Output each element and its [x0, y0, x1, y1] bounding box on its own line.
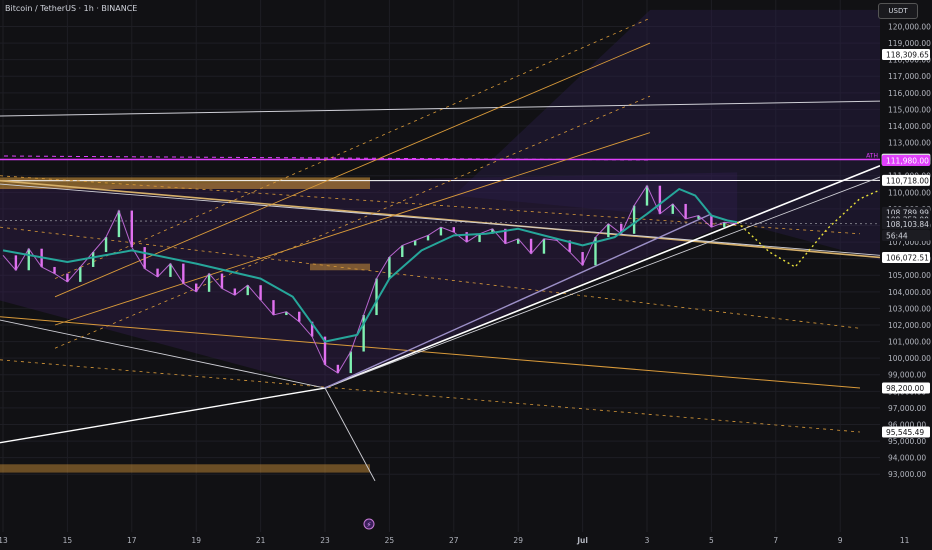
price-chart[interactable]: Possible top116,722.86ATH⚡ 93,000.0094,0…	[0, 0, 932, 550]
price-tick-label: 94,000.00	[888, 454, 926, 463]
time-tick-label: 23	[320, 536, 330, 545]
time-tick-label: Jul	[576, 536, 588, 545]
time-tick-label: 19	[191, 536, 201, 545]
time-tick-label: 21	[256, 536, 266, 545]
price-tick-label: 113,000.00	[888, 139, 931, 148]
demand-zone	[310, 263, 370, 271]
price-tick-label: 93,000.00	[888, 470, 926, 479]
price-tick-label: 105,000.00	[888, 271, 931, 280]
price-tick-label: 103,000.00	[888, 304, 931, 313]
time-tick-label: 5	[709, 536, 714, 545]
price-tick-label: 101,000.00	[888, 338, 931, 347]
time-tick-label: 29	[513, 536, 523, 545]
bottom-zone	[0, 464, 370, 473]
price-tick-label: 120,000.00	[888, 23, 931, 32]
time-tick-label: 9	[838, 536, 843, 545]
price-tick-label: 119,000.00	[888, 39, 931, 48]
price-tick-label: 100,000.00	[888, 354, 931, 363]
price-tick-label: 114,000.00	[888, 122, 931, 131]
price-tick-label: 99,000.00	[888, 371, 926, 380]
time-tick-label: 27	[449, 536, 459, 545]
time-axis-panel	[0, 532, 932, 550]
lightning-icon: ⚡	[367, 521, 372, 529]
time-tick-label: 3	[645, 536, 650, 545]
price-tag-label: 118,309.65	[886, 51, 929, 60]
price-tick-label: 97,000.00	[888, 404, 926, 413]
currency-button[interactable]: USDT	[878, 3, 918, 19]
time-axis[interactable]: 131517192123252729Jul3579111315171921232…	[0, 532, 932, 550]
time-tick-label: 17	[127, 536, 137, 545]
price-axis[interactable]: 93,000.0094,000.0095,000.0096,000.0097,0…	[880, 0, 932, 550]
price-tick-label: 104,000.00	[888, 288, 931, 297]
price-tag-label: 95,545.49	[886, 428, 924, 437]
price-tag-label: 110,718.00	[886, 176, 929, 185]
price-tag-label: 56:44	[886, 231, 908, 240]
price-tick-label: 115,000.00	[888, 105, 931, 114]
price-tag-label: 98,200.00	[886, 384, 924, 393]
time-tick-label: 25	[385, 536, 395, 545]
supply-zone	[0, 177, 370, 190]
ath-label: ATH	[866, 152, 878, 159]
price-tag-label: 106,072.51	[886, 253, 929, 262]
time-tick-label: 7	[773, 536, 778, 545]
price-tick-label: 117,000.00	[888, 72, 931, 81]
price-tick-label: 110,000.00	[888, 188, 931, 197]
price-tick-label: 102,000.00	[888, 321, 931, 330]
time-tick-label: 15	[63, 536, 73, 545]
price-tick-label: 116,000.00	[888, 89, 931, 98]
time-tick-label: 11	[900, 536, 910, 545]
price-tag-label: 108,103.84	[886, 220, 929, 229]
price-tick-label: 95,000.00	[888, 437, 926, 446]
time-tick-label: 13	[0, 536, 8, 545]
price-tag-label: 111,980.00	[886, 156, 929, 165]
symbol-title: Bitcoin / TetherUS · 1h · BINANCE	[5, 4, 138, 13]
